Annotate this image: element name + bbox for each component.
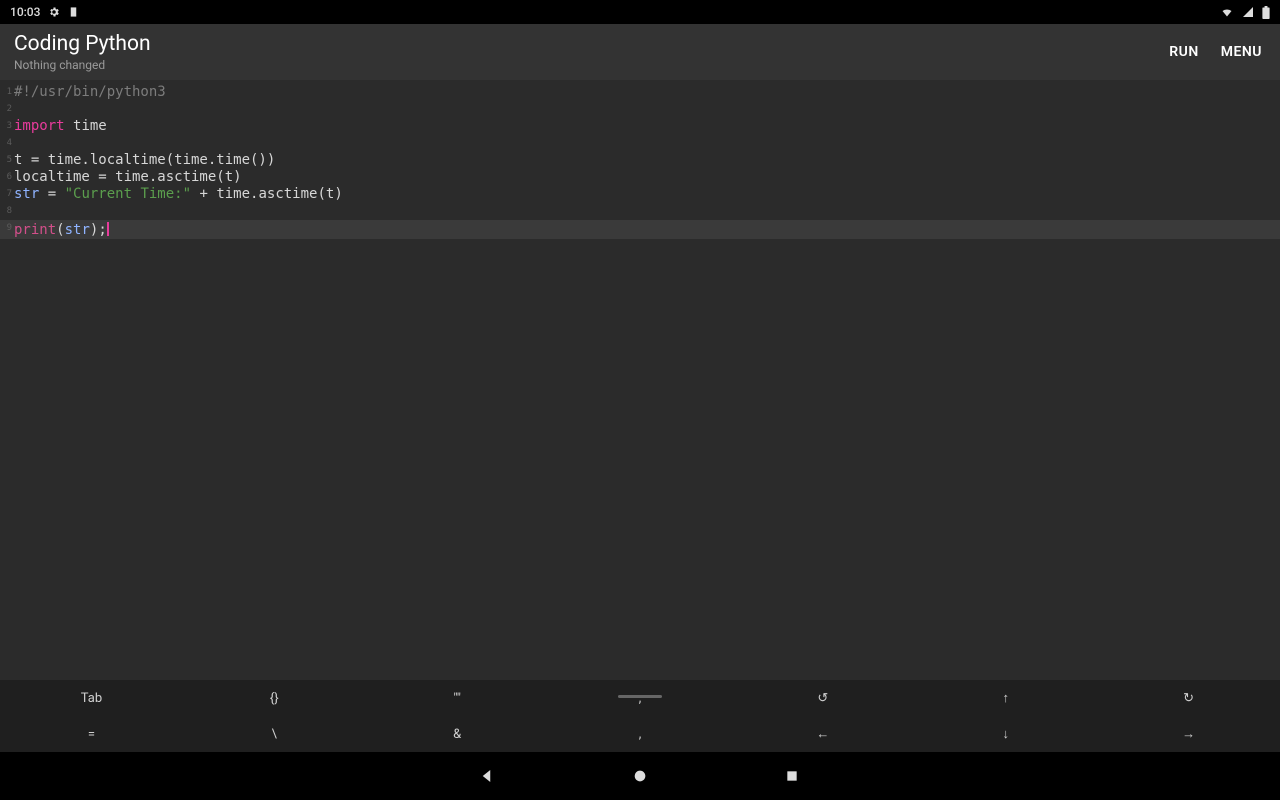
extra-key[interactable]: ; xyxy=(549,680,732,716)
app-title-bar: Coding Python Nothing changed RUN MENU xyxy=(0,24,1280,80)
code-content[interactable]: t = time.localtime(time.time()) xyxy=(14,152,275,169)
line-number: 3 xyxy=(0,118,14,135)
extra-key[interactable]: , xyxy=(549,716,732,752)
status-clock: 10:03 xyxy=(10,5,40,19)
line-number: 7 xyxy=(0,186,14,203)
menu-button[interactable]: MENU xyxy=(1221,44,1262,60)
code-content[interactable]: print(str); xyxy=(14,220,109,239)
home-indicator xyxy=(618,695,662,698)
nav-back-button[interactable] xyxy=(477,765,499,787)
code-line[interactable]: 4 xyxy=(0,135,1280,152)
extra-key[interactable]: ↺ xyxy=(731,680,914,716)
extra-key[interactable]: ↓ xyxy=(914,716,1097,752)
extra-key[interactable]: ↻ xyxy=(1097,680,1280,716)
extra-key[interactable]: = xyxy=(0,716,183,752)
code-line[interactable]: 9print(str); xyxy=(0,220,1280,239)
text-cursor xyxy=(107,222,109,236)
code-line[interactable]: 7str = "Current Time:" + time.asctime(t) xyxy=(0,186,1280,203)
extra-key[interactable]: → xyxy=(1097,716,1280,752)
nav-home-button[interactable] xyxy=(629,765,651,787)
code-content[interactable]: str = "Current Time:" + time.asctime(t) xyxy=(14,186,343,203)
extra-key[interactable]: \ xyxy=(183,716,366,752)
gear-icon xyxy=(48,6,60,18)
wifi-icon xyxy=(1220,6,1234,18)
android-status-bar: 10:03 xyxy=(0,0,1280,24)
extra-key[interactable]: ↑ xyxy=(914,680,1097,716)
line-number: 6 xyxy=(0,169,14,186)
app-subtitle: Nothing changed xyxy=(14,58,151,72)
extra-key[interactable]: & xyxy=(366,716,549,752)
code-line[interactable]: 2 xyxy=(0,101,1280,118)
extra-key[interactable]: ← xyxy=(731,716,914,752)
extra-keys-bar: Tab{}"";↺↑↻ =\&,←↓→ xyxy=(0,680,1280,752)
line-number: 2 xyxy=(0,101,14,118)
extra-key[interactable]: "" xyxy=(366,680,549,716)
nav-recents-button[interactable] xyxy=(781,765,803,787)
code-line[interactable]: 5t = time.localtime(time.time()) xyxy=(0,152,1280,169)
code-content[interactable]: #!/usr/bin/python3 xyxy=(14,84,166,101)
battery-icon xyxy=(1262,6,1270,19)
notification-icon xyxy=(68,6,79,18)
code-content[interactable]: localtime = time.asctime(t) xyxy=(14,169,242,186)
signal-icon xyxy=(1242,6,1254,18)
code-line[interactable]: 8 xyxy=(0,203,1280,220)
line-number: 9 xyxy=(0,220,14,239)
android-nav-bar xyxy=(0,752,1280,800)
code-editor[interactable]: 1#!/usr/bin/python323import time45t = ti… xyxy=(0,80,1280,680)
code-line[interactable]: 3import time xyxy=(0,118,1280,135)
extra-key[interactable]: Tab xyxy=(0,680,183,716)
run-button[interactable]: RUN xyxy=(1169,44,1199,60)
line-number: 5 xyxy=(0,152,14,169)
code-line[interactable]: 1#!/usr/bin/python3 xyxy=(0,84,1280,101)
line-number: 8 xyxy=(0,203,14,220)
app-title: Coding Python xyxy=(14,32,151,56)
line-number: 1 xyxy=(0,84,14,101)
code-content[interactable]: import time xyxy=(14,118,107,135)
line-number: 4 xyxy=(0,135,14,152)
extra-key[interactable]: {} xyxy=(183,680,366,716)
code-line[interactable]: 6localtime = time.asctime(t) xyxy=(0,169,1280,186)
